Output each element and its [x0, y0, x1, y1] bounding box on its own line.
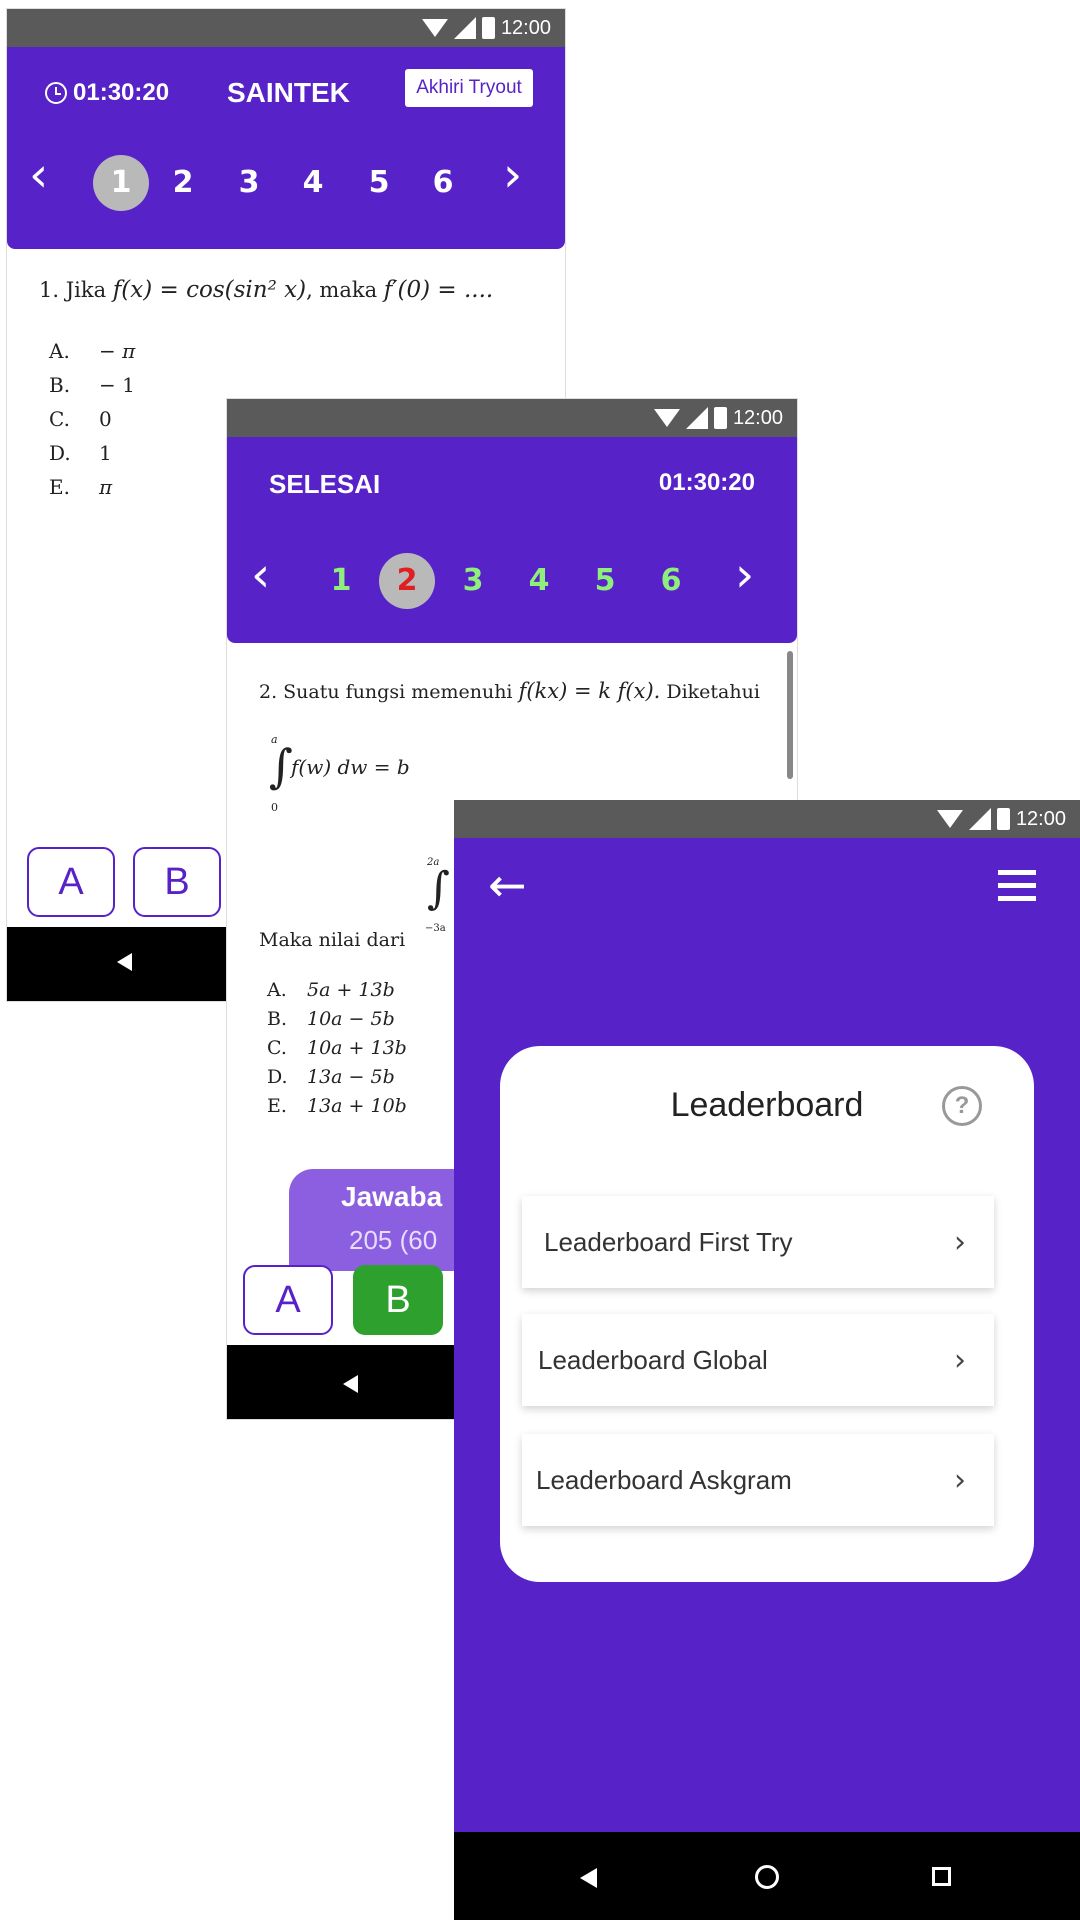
status-bar: 12:00	[227, 399, 797, 437]
chevron-right-icon: ›	[954, 1342, 966, 1378]
answer-title: Jawaba	[341, 1181, 443, 1212]
status-bar: 12:00	[7, 9, 565, 47]
back-nav-icon[interactable]	[343, 1375, 358, 1393]
question-number-3[interactable]: 3	[221, 155, 277, 211]
answer-button-b[interactable]: B	[353, 1265, 443, 1335]
header: SELESAI 01:30:20 ‹ 1 2 3 4 5 6 ›	[227, 437, 797, 643]
answer-button-a[interactable]: A	[243, 1265, 333, 1335]
wifi-icon	[421, 19, 448, 37]
option-d[interactable]: D. 1	[49, 441, 135, 475]
timer-text: 01:30:20	[73, 79, 170, 106]
page-title: SAINTEK	[227, 77, 350, 108]
home-nav-icon[interactable]	[755, 1865, 779, 1889]
timer: 01:30:20	[45, 79, 169, 107]
wifi-icon	[936, 810, 963, 828]
answer-stats: 205 (60	[349, 1225, 438, 1255]
menu-icon[interactable]	[998, 870, 1036, 902]
clock-icon	[45, 82, 67, 104]
scrollbar[interactable]	[787, 651, 793, 779]
question-number-6[interactable]: 6	[415, 155, 471, 211]
question-text: 1. Jika f(x) = cos(sin² x), maka f′(0) =…	[39, 277, 494, 303]
answer-button-b[interactable]: B	[133, 847, 221, 917]
recents-nav-icon[interactable]	[932, 1867, 951, 1886]
option-b[interactable]: B. − 1	[49, 373, 135, 407]
question-text: 2. Suatu fungsi memenuhi f(kx) = k f(x).…	[259, 679, 760, 703]
signal-icon	[685, 407, 708, 429]
question-number-5[interactable]: 5	[577, 553, 633, 609]
nav-bar	[454, 1832, 1080, 1920]
question-number-2[interactable]: 2	[155, 155, 211, 211]
question-number-2[interactable]: 2	[379, 553, 435, 609]
leaderboard-card: Leaderboard ? Leaderboard First Try › Le…	[500, 1046, 1034, 1582]
back-arrow-icon[interactable]: ←	[488, 862, 527, 908]
wifi-icon	[653, 409, 680, 427]
option-a[interactable]: A. − π	[49, 339, 135, 373]
question-number-4[interactable]: 4	[511, 553, 567, 609]
battery-icon	[713, 407, 727, 429]
end-tryout-button[interactable]: Akhiri Tryout	[405, 69, 533, 107]
options-list: A. 5a + 13b B. 10a − 5b C. 10a + 13b D. 13a …	[267, 979, 407, 1124]
item-label: Leaderboard First Try	[544, 1226, 793, 1257]
signal-icon	[453, 17, 476, 39]
timer-text: 01:30:20	[658, 469, 755, 496]
option-d[interactable]: D. 13a − 5b	[267, 1066, 407, 1095]
question-number-3[interactable]: 3	[445, 553, 501, 609]
status-time: 12:00	[732, 406, 783, 429]
back-nav-icon[interactable]	[580, 1868, 597, 1888]
option-e[interactable]: E. π	[49, 475, 135, 509]
back-nav-icon[interactable]	[117, 953, 132, 971]
battery-icon	[481, 17, 495, 39]
option-b[interactable]: B. 10a − 5b	[267, 1008, 407, 1037]
answer-button-a[interactable]: A	[27, 847, 115, 917]
help-icon[interactable]: ?	[942, 1086, 982, 1126]
maka-text: Maka nilai dari	[259, 929, 406, 951]
question-number-1[interactable]: 1	[93, 155, 149, 211]
screen-leaderboard: 12:00 ← Leaderboard ? Leaderboard First …	[454, 800, 1080, 1920]
chevron-right-icon: ›	[954, 1462, 966, 1498]
question-number-1[interactable]: 1	[313, 553, 369, 609]
option-a[interactable]: A. 5a + 13b	[267, 979, 407, 1008]
header: 01:30:20 SAINTEK Akhiri Tryout ‹ 1 2 3 4…	[7, 47, 565, 249]
page-title: SELESAI	[269, 469, 381, 499]
status-time: 12:00	[1015, 807, 1066, 830]
next-icon[interactable]: ›	[735, 551, 754, 599]
option-e[interactable]: E. 13a + 10b	[267, 1095, 407, 1124]
leaderboard-global-item[interactable]: Leaderboard Global ›	[522, 1314, 994, 1406]
next-icon[interactable]: ›	[503, 151, 522, 199]
option-c[interactable]: C. 10a + 13b	[267, 1037, 407, 1066]
question-number-5[interactable]: 5	[351, 155, 407, 211]
item-label: Leaderboard Global	[538, 1344, 768, 1375]
signal-icon	[968, 808, 991, 830]
item-label: Leaderboard Askgram	[536, 1464, 792, 1495]
options-list: A. − π B. − 1 C. 0 D. 1 E. π	[49, 339, 135, 509]
leaderboard-askgram-item[interactable]: Leaderboard Askgram ›	[522, 1434, 994, 1526]
question-number-6[interactable]: 6	[643, 553, 699, 609]
leaderboard-first-try-item[interactable]: Leaderboard First Try ›	[522, 1196, 994, 1288]
option-c[interactable]: C. 0	[49, 407, 135, 441]
question-number-4[interactable]: 4	[285, 155, 341, 211]
chevron-right-icon: ›	[954, 1224, 966, 1260]
status-bar: 12:00	[454, 800, 1080, 838]
prev-icon[interactable]: ‹	[251, 551, 270, 599]
status-time: 12:00	[500, 16, 551, 39]
prev-icon[interactable]: ‹	[29, 151, 48, 199]
battery-icon	[996, 808, 1010, 830]
